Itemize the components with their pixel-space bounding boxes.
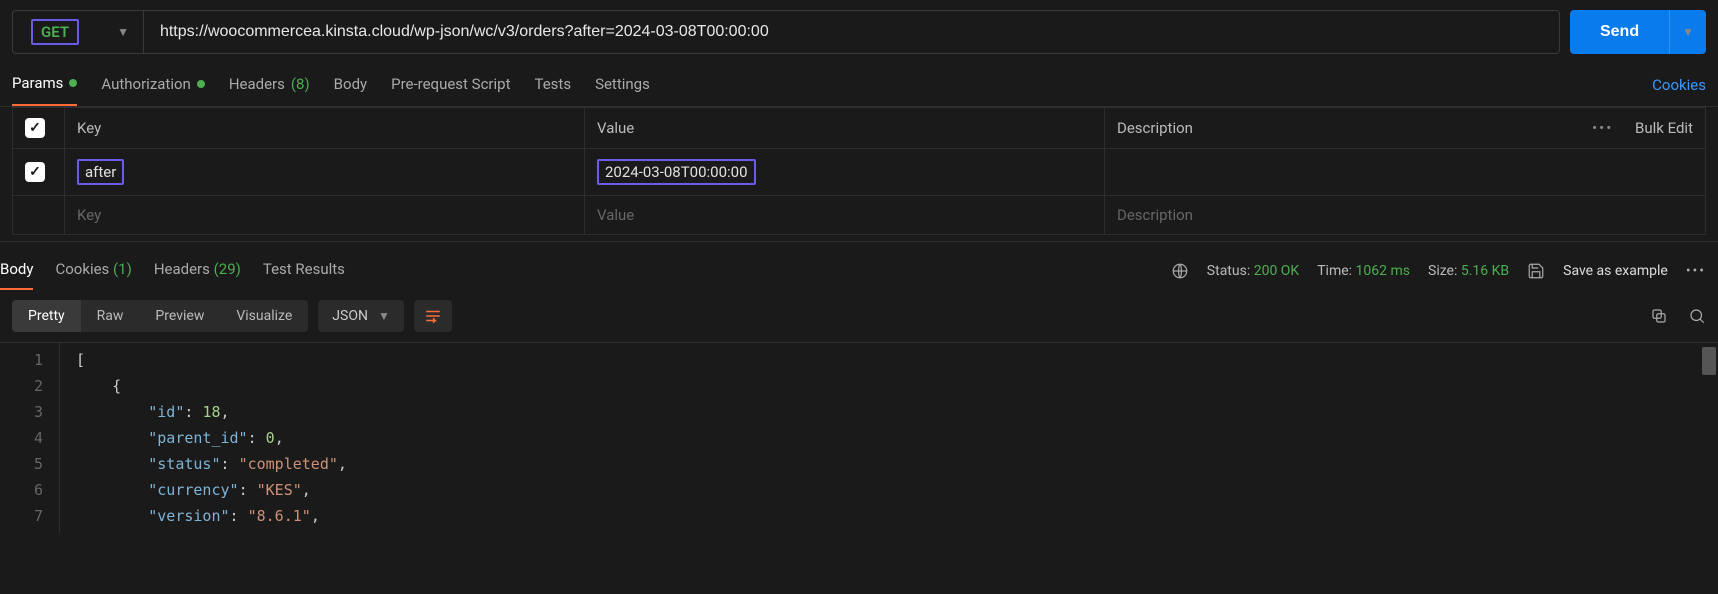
param-value-cell[interactable]: 2024-03-08T00:00:00 <box>585 149 1105 196</box>
save-as-example-link[interactable]: Save as example <box>1563 263 1668 279</box>
tab-count: (8) <box>291 75 310 93</box>
tab-tests[interactable]: Tests <box>534 64 571 106</box>
view-raw[interactable]: Raw <box>81 300 140 332</box>
response-meta: Status: 200 OK Time: 1062 ms Size: 5.16 … <box>1171 262 1706 280</box>
bulk-edit-link[interactable]: Bulk Edit <box>1617 119 1693 137</box>
status-dot-icon <box>69 79 77 87</box>
tab-label: Headers <box>229 75 285 93</box>
tab-headers[interactable]: Headers (8) <box>229 64 310 106</box>
save-icon[interactable] <box>1527 262 1545 280</box>
chevron-down-icon: ▼ <box>378 309 390 323</box>
line-number-gutter: 1234567 <box>0 343 60 533</box>
header-description: Description ••• Bulk Edit <box>1105 108 1706 149</box>
code-content[interactable]: [ { "id": 18, "parent_id": 0, "status": … <box>60 343 347 533</box>
time-label: Time: <box>1317 263 1352 279</box>
header-value: Value <box>585 108 1105 149</box>
tab-label: Authorization <box>101 75 190 93</box>
send-button[interactable]: Send <box>1570 10 1669 54</box>
request-tabs: Params Authorization Headers (8) Body Pr… <box>12 64 650 106</box>
param-value-input[interactable]: Value <box>585 196 1105 235</box>
status-dot-icon <box>197 80 205 88</box>
status-label: Status: <box>1207 263 1250 279</box>
header-description-label: Description <box>1117 119 1193 137</box>
view-pretty[interactable]: Pretty <box>12 300 81 332</box>
tab-label: Cookies <box>55 260 109 278</box>
time-value: 1062 ms <box>1356 263 1410 279</box>
format-label: JSON <box>332 308 368 324</box>
checkbox-all[interactable]: ✓ <box>25 118 45 138</box>
status-block: Status: 200 OK <box>1207 263 1299 279</box>
response-body-code: 1234567 [ { "id": 18, "parent_id": 0, "s… <box>0 342 1718 533</box>
header-checkbox-cell: ✓ <box>13 108 65 149</box>
more-options-icon[interactable]: ••• <box>1592 119 1613 137</box>
header-key: Key <box>65 108 585 149</box>
cookies-link[interactable]: Cookies <box>1652 76 1706 94</box>
resp-tab-headers[interactable]: Headers (29) <box>154 252 241 290</box>
table-row: ✓ after 2024-03-08T00:00:00 <box>13 149 1706 196</box>
status-value: 200 OK <box>1254 263 1300 279</box>
view-preview[interactable]: Preview <box>139 300 220 332</box>
view-mode-tabs: Pretty Raw Preview Visualize <box>12 300 308 332</box>
tab-count: (29) <box>214 260 241 278</box>
tab-label: Params <box>12 74 63 92</box>
response-tabs: Body Cookies (1) Headers (29) Test Resul… <box>0 252 345 290</box>
view-visualize[interactable]: Visualize <box>220 300 308 332</box>
url-input[interactable] <box>144 23 1559 41</box>
resp-tab-test-results[interactable]: Test Results <box>263 252 345 290</box>
size-block: Size: 5.16 KB <box>1428 263 1509 279</box>
param-description-cell[interactable] <box>1105 149 1706 196</box>
row-checkbox[interactable]: ✓ <box>25 162 45 182</box>
http-method-badge: GET <box>31 19 79 45</box>
chevron-down-icon: ▼ <box>117 25 129 39</box>
chevron-down-icon: ▼ <box>1682 25 1694 39</box>
tab-body[interactable]: Body <box>334 64 367 106</box>
param-description-input[interactable]: Description <box>1105 196 1706 235</box>
param-key: after <box>77 159 124 185</box>
http-method-select[interactable]: GET ▼ <box>13 11 144 53</box>
tab-params[interactable]: Params <box>12 64 77 106</box>
format-select[interactable]: JSON ▼ <box>318 300 404 332</box>
size-value: 5.16 KB <box>1461 263 1509 279</box>
tab-prerequest[interactable]: Pre-request Script <box>391 64 510 106</box>
params-table: ✓ Key Value Description ••• Bulk Edit ✓ <box>12 107 1706 235</box>
size-label: Size: <box>1428 263 1457 279</box>
wrap-lines-button[interactable] <box>414 300 452 332</box>
tab-label: Headers <box>154 260 210 278</box>
tab-authorization[interactable]: Authorization <box>101 64 204 106</box>
resp-tab-cookies[interactable]: Cookies (1) <box>55 252 131 290</box>
scrollbar-thumb[interactable] <box>1702 347 1716 375</box>
time-block: Time: 1062 ms <box>1317 263 1410 279</box>
send-dropdown-button[interactable]: ▼ <box>1669 10 1706 54</box>
send-button-group: Send ▼ <box>1570 10 1706 54</box>
param-key-input[interactable]: Key <box>65 196 585 235</box>
copy-icon[interactable] <box>1650 307 1668 325</box>
network-icon[interactable] <box>1171 262 1189 280</box>
request-bar: GET ▼ <box>12 10 1560 54</box>
param-key-cell[interactable]: after <box>65 149 585 196</box>
param-value: 2024-03-08T00:00:00 <box>597 159 756 185</box>
search-icon[interactable] <box>1688 307 1706 325</box>
table-row-placeholder: Key Value Description <box>13 196 1706 235</box>
tab-count: (1) <box>113 260 132 278</box>
more-options-icon[interactable]: ••• <box>1686 263 1706 279</box>
resp-tab-body[interactable]: Body <box>0 252 33 290</box>
tab-settings[interactable]: Settings <box>595 64 650 106</box>
